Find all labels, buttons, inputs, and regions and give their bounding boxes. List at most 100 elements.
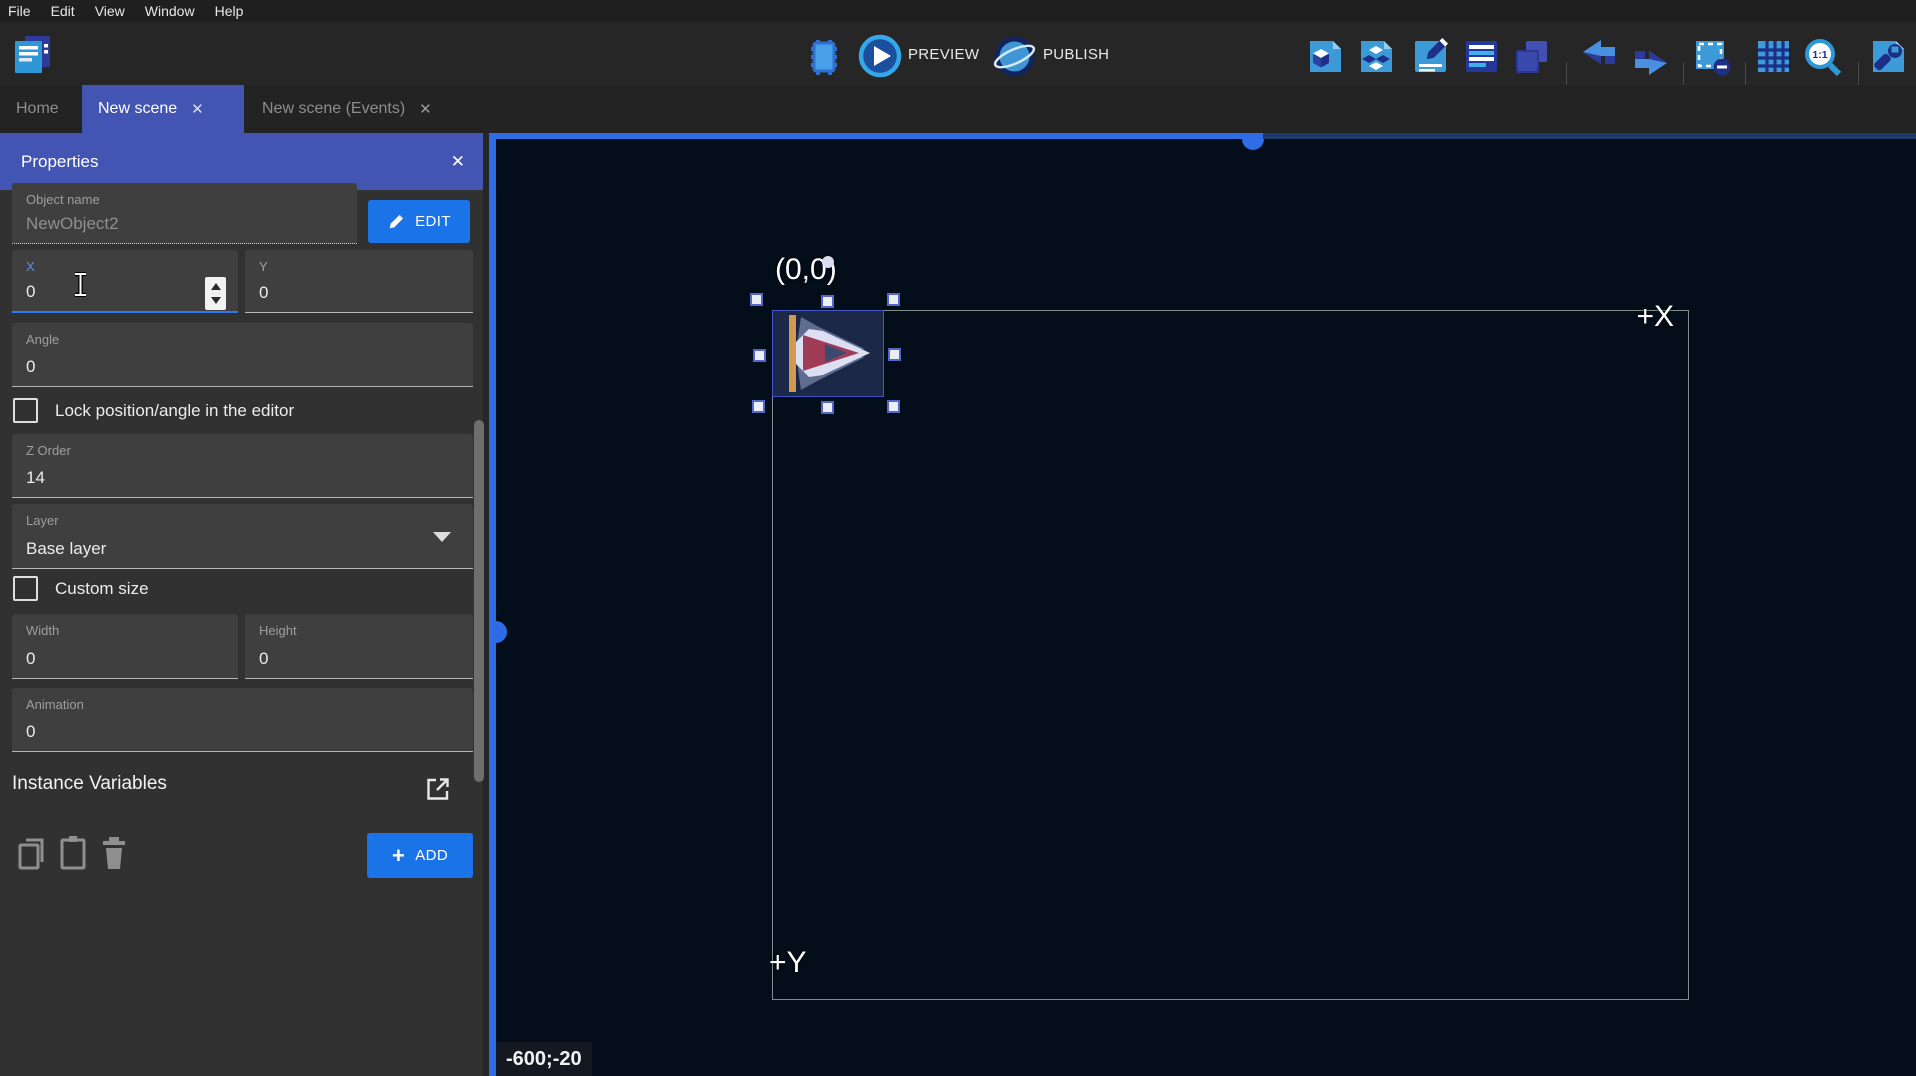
angle-field-value: 0 — [26, 357, 35, 377]
lock-position-label: Lock position/angle in the editor — [55, 401, 294, 421]
resize-handle-bottom-left[interactable] — [752, 400, 765, 413]
preview-button[interactable] — [858, 34, 902, 78]
chevron-down-icon — [433, 532, 451, 542]
z-order-field[interactable]: Z Order 14 — [12, 434, 473, 498]
text-cursor-icon — [74, 272, 87, 297]
menu-view[interactable]: View — [95, 3, 125, 19]
object-name-field[interactable]: Object name NewObject2 — [12, 183, 357, 244]
tab-label: New scene (Events) — [262, 100, 405, 118]
animation-field[interactable]: Animation 0 — [12, 688, 473, 752]
edit-objects-icon[interactable] — [1307, 38, 1344, 75]
x-field-stepper[interactable] — [205, 277, 226, 310]
add-variable-button[interactable]: + ADD — [367, 833, 473, 878]
selected-sprite-instance[interactable] — [772, 310, 884, 397]
rotation-handle[interactable] — [822, 256, 834, 268]
layer-value: Base layer — [26, 539, 106, 559]
instance-variables-title: Instance Variables — [12, 773, 167, 795]
copy-icon[interactable] — [16, 836, 46, 877]
menu-window[interactable]: Window — [145, 3, 195, 19]
resize-handle-bottom-center[interactable] — [821, 401, 834, 414]
publish-globe-icon — [992, 34, 1037, 79]
resize-handle-mid-right[interactable] — [888, 348, 901, 361]
animation-value: 0 — [26, 722, 35, 742]
canvas-divider-horizontal[interactable] — [489, 133, 1263, 139]
project-manager-icon[interactable] — [10, 33, 55, 78]
open-in-new-icon[interactable] — [424, 775, 452, 808]
panel-scrollbar[interactable] — [474, 420, 484, 782]
menu-bar: File Edit View Window Help — [0, 0, 1916, 22]
animation-label: Animation — [26, 697, 84, 712]
cursor-coordinates-badge: -600;-20 — [496, 1042, 592, 1076]
y-field-label: Y — [259, 259, 268, 274]
angle-field[interactable]: Angle 0 — [12, 323, 473, 387]
tab-new-scene-events[interactable]: New scene (Events) ✕ — [246, 85, 480, 133]
tab-home[interactable]: Home — [0, 85, 80, 133]
tab-close-icon[interactable]: ✕ — [419, 100, 432, 118]
axis-x-label: +X — [1608, 300, 1674, 334]
delete-icon[interactable] — [100, 835, 128, 876]
preview-play-icon — [858, 34, 902, 78]
custom-size-checkbox-row: Custom size — [13, 576, 149, 601]
tab-close-icon[interactable]: ✕ — [191, 100, 204, 118]
canvas-divider-horizontal-dim — [1263, 133, 1916, 139]
cursor-coordinates: -600;-20 — [506, 1048, 582, 1071]
add-button-label: ADD — [415, 847, 448, 864]
layer-dropdown[interactable]: Layer Base layer — [12, 504, 473, 569]
object-name-value: NewObject2 — [26, 214, 119, 234]
tab-strip: Home New scene ✕ New scene (Events) ✕ — [0, 85, 1916, 133]
properties-panel-header: Properties ✕ — [0, 133, 483, 190]
toggle-grid-icon[interactable] — [1755, 38, 1792, 75]
preview-label[interactable]: PREVIEW — [908, 46, 979, 63]
open-instances-list-icon[interactable] — [1463, 38, 1500, 75]
edit-object-button[interactable]: EDIT — [368, 200, 470, 243]
panel-title: Properties — [21, 152, 98, 172]
edit-properties-icon[interactable] — [1412, 38, 1449, 75]
x-position-field[interactable]: X 0 — [12, 250, 238, 313]
y-position-field[interactable]: Y 0 — [245, 250, 473, 313]
width-label: Width — [26, 623, 59, 638]
resize-handle-top-right[interactable] — [887, 293, 900, 306]
open-layers-icon[interactable] — [1513, 38, 1550, 75]
resize-handle-bottom-right[interactable] — [887, 400, 900, 413]
zoom-reset-icon[interactable]: 1:1 — [1803, 38, 1843, 78]
z-order-label: Z Order — [26, 443, 71, 458]
custom-size-checkbox[interactable] — [13, 576, 38, 601]
paste-icon[interactable] — [58, 834, 88, 877]
tab-new-scene[interactable]: New scene ✕ — [82, 85, 244, 133]
width-field[interactable]: Width 0 — [12, 614, 238, 679]
publish-label[interactable]: PUBLISH — [1043, 46, 1109, 63]
axis-y-label: +Y — [769, 946, 807, 980]
clear-selection-icon[interactable] — [1692, 38, 1732, 76]
resize-handle-mid-left[interactable] — [753, 349, 766, 362]
redo-icon[interactable] — [1630, 40, 1670, 77]
lock-position-checkbox-row: Lock position/angle in the editor — [13, 398, 294, 423]
width-value: 0 — [26, 649, 35, 669]
resize-handle-top-center[interactable] — [821, 295, 834, 308]
object-name-label: Object name — [26, 192, 100, 207]
height-label: Height — [259, 623, 297, 638]
panel-divider-vertical[interactable] — [489, 133, 496, 1076]
lock-position-checkbox[interactable] — [13, 398, 38, 423]
pencil-icon — [387, 213, 405, 231]
height-field[interactable]: Height 0 — [245, 614, 473, 679]
undo-icon[interactable] — [1580, 38, 1620, 75]
svg-text:1:1: 1:1 — [1812, 49, 1827, 61]
spaceship-sprite — [773, 311, 883, 396]
menu-file[interactable]: File — [8, 3, 31, 19]
panel-close-icon[interactable]: ✕ — [451, 152, 465, 172]
publish-button[interactable] — [992, 34, 1037, 79]
x-field-label: X — [26, 259, 35, 274]
custom-size-label: Custom size — [55, 579, 149, 599]
y-field-value: 0 — [259, 283, 268, 303]
x-field-value: 0 — [26, 282, 35, 302]
edit-object-groups-icon[interactable] — [1358, 38, 1395, 75]
debug-icon[interactable] — [801, 37, 847, 77]
tab-label: Home — [16, 100, 59, 118]
menu-help[interactable]: Help — [215, 3, 244, 19]
open-settings-icon[interactable] — [1870, 38, 1907, 75]
tab-label: New scene — [98, 100, 177, 118]
properties-panel: Properties ✕ Object name NewObject2 EDIT… — [0, 133, 483, 1076]
menu-edit[interactable]: Edit — [51, 3, 75, 19]
z-order-value: 14 — [26, 468, 45, 488]
resize-handle-top-left[interactable] — [750, 293, 763, 306]
